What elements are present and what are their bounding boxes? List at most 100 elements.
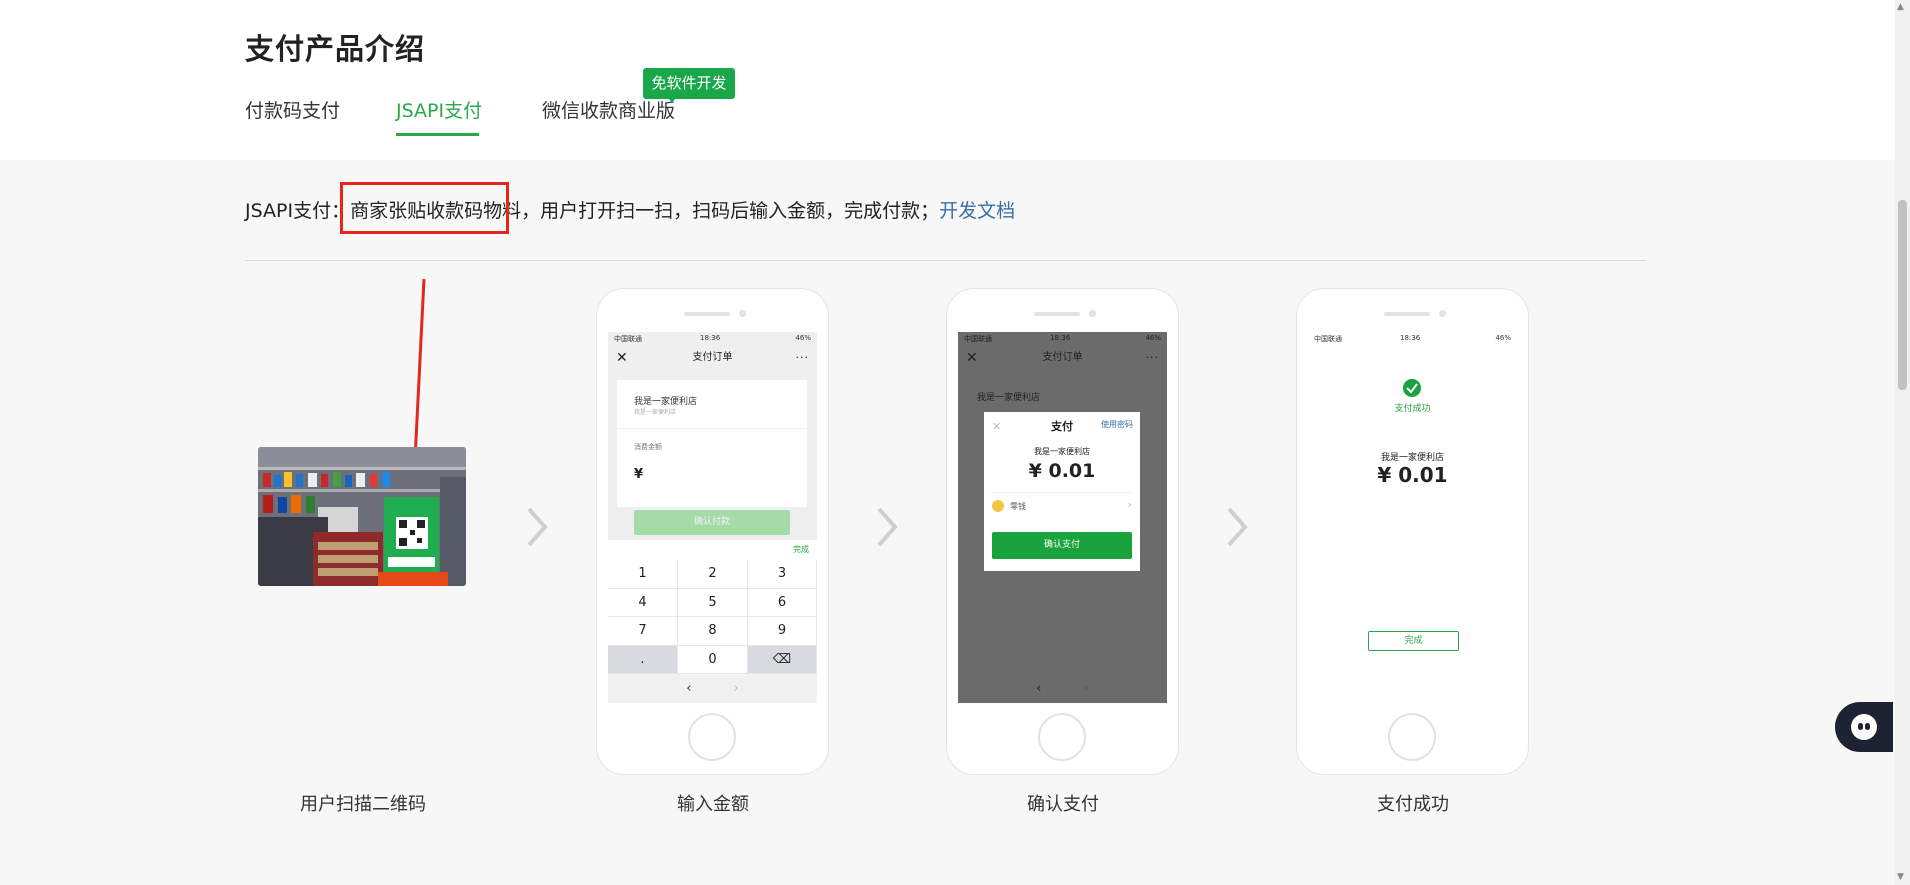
key-8: 8 xyxy=(678,617,748,646)
status-bar: 中国联通 18:36 46% xyxy=(958,332,1167,346)
assistant-avatar-icon xyxy=(1851,714,1877,740)
tab-wechat-business[interactable]: 微信收款商业版 xyxy=(542,96,675,123)
key-dot: . xyxy=(608,645,678,674)
chevron-right-icon xyxy=(1227,507,1248,547)
key-0: 0 xyxy=(678,645,748,674)
tab-payment-code[interactable]: 付款码支付 xyxy=(245,96,340,123)
step-label-scan: 用户扫描二维码 xyxy=(300,794,426,815)
step-label-success: 支付成功 xyxy=(1377,794,1449,815)
phone-confirm-payment: 中国联通 18:36 46% ✕ 支付订单 ··· 我是一家便利店 ✕ 支付 使… xyxy=(946,288,1179,775)
key-7: 7 xyxy=(608,617,678,646)
phone-speaker xyxy=(1384,312,1430,316)
confirm-payment-button: 确认付款 xyxy=(634,510,790,535)
key-9: 9 xyxy=(748,617,817,646)
forward-arrow-icon: › xyxy=(733,681,739,696)
scroll-up-icon[interactable]: ▲ xyxy=(1897,2,1904,12)
paid-amount: ¥ 0.01 xyxy=(1377,463,1448,487)
key-1: 1 xyxy=(608,560,678,589)
modal-separator xyxy=(991,492,1133,493)
merchant-subtitle: 我是一家便利店 xyxy=(634,409,677,416)
key-4: 4 xyxy=(608,588,678,617)
time-text: 18:36 xyxy=(700,334,721,342)
numeric-keypad: 完成 1 2 3 4 5 6 7 8 9 . 0 ⌫ ‹ › xyxy=(608,540,817,703)
desc-middle: ，用户打开扫一扫，扫码后输入金额，完成付款； xyxy=(521,200,940,222)
highlight-annotation-box xyxy=(340,182,509,234)
key-5: 5 xyxy=(678,588,748,617)
back-arrow-icon: ‹ xyxy=(686,681,692,696)
active-tab-indicator xyxy=(396,133,479,136)
phone-speaker xyxy=(684,312,730,316)
tab-jsapi[interactable]: JSAPI支付 xyxy=(396,96,482,123)
key-3: 3 xyxy=(748,560,817,589)
carrier-text: 中国联通 xyxy=(614,335,642,343)
phone-nav: ✕ 支付订单 ··· xyxy=(958,346,1167,370)
time-text: 18:36 xyxy=(1050,334,1071,342)
no-dev-badge: 免软件开发 xyxy=(643,68,735,99)
payment-method: 零钱 xyxy=(1010,502,1026,511)
nav-title: 支付订单 xyxy=(692,352,733,363)
amount-label: 消费金额 xyxy=(634,443,662,451)
phone-home-button xyxy=(1388,713,1436,761)
carrier-text: 中国联通 xyxy=(1314,335,1342,343)
close-icon: ✕ xyxy=(966,350,978,366)
key-2: 2 xyxy=(678,560,748,589)
battery-text: 46% xyxy=(795,334,811,342)
phone-speaker xyxy=(1034,312,1080,316)
step-label-confirm: 确认支付 xyxy=(1027,794,1099,815)
scrollbar-thumb[interactable] xyxy=(1898,200,1907,390)
page-title: 支付产品介绍 xyxy=(245,32,426,66)
modal-amount: ¥ 0.01 xyxy=(1028,460,1096,482)
more-icon: ··· xyxy=(795,351,809,364)
merchant-name-bg: 我是一家便利店 xyxy=(977,393,1041,403)
phone-camera xyxy=(739,310,746,317)
merchant-name: 我是一家便利店 xyxy=(1380,453,1444,463)
desc-prefix: JSAPI支付： xyxy=(245,200,351,222)
payment-modal: ✕ 支付 使用密码 我是一家便利店 ¥ 0.01 零钱 › 确认支付 xyxy=(984,412,1140,571)
status-bar: 中国联通 18:36 46% xyxy=(608,332,817,346)
nav-title: 支付订单 xyxy=(1042,352,1083,363)
browser-nav: ‹ › xyxy=(958,674,1167,703)
keypad-grid: 1 2 3 4 5 6 7 8 9 . 0 ⌫ xyxy=(608,560,817,674)
modal-merchant: 我是一家便利店 xyxy=(1034,447,1090,456)
done-button: 完成 xyxy=(1368,631,1459,651)
divider xyxy=(245,260,1646,261)
dev-docs-link[interactable]: 开发文档 xyxy=(939,200,1015,222)
key-6: 6 xyxy=(748,588,817,617)
phone-screen: 中国联通 18:36 46% ✕ 支付订单 ··· 我是一家便利店 我是一家便利… xyxy=(608,332,817,703)
success-check-icon xyxy=(1403,379,1421,397)
browser-nav: ‹ › xyxy=(608,674,817,703)
phone-nav: ✕ 支付订单 ··· xyxy=(608,346,817,370)
battery-text: 46% xyxy=(1495,334,1511,342)
assistant-widget[interactable] xyxy=(1835,702,1893,752)
back-arrow-icon: ‹ xyxy=(1036,681,1042,696)
confirm-pay-button: 确认支付 xyxy=(992,532,1132,559)
phone-camera xyxy=(1089,310,1096,317)
chevron-right-icon xyxy=(877,507,898,547)
phone-home-button xyxy=(688,713,736,761)
keypad-done: 完成 xyxy=(793,545,809,554)
success-status: 支付成功 xyxy=(1394,404,1431,414)
phone-input-amount: 中国联通 18:36 46% ✕ 支付订单 ··· 我是一家便利店 我是一家便利… xyxy=(596,288,829,775)
scroll-down-icon[interactable]: ▼ xyxy=(1897,872,1904,882)
use-password-link: 使用密码 xyxy=(1101,420,1133,429)
time-text: 18:36 xyxy=(1400,334,1421,342)
phone-payment-success: 中国联通 18:36 46% 支付成功 我是一家便利店 ¥ 0.01 完成 xyxy=(1296,288,1529,775)
status-bar: 中国联通 18:36 46% xyxy=(1308,332,1517,346)
backspace-icon: ⌫ xyxy=(748,645,817,674)
phone-screen: 中国联通 18:36 46% 支付成功 我是一家便利店 ¥ 0.01 完成 xyxy=(1308,332,1517,703)
card-separator xyxy=(617,428,807,429)
qr-code-photo xyxy=(258,447,466,586)
close-icon: ✕ xyxy=(616,350,628,366)
battery-text: 46% xyxy=(1145,334,1161,342)
merchant-name: 我是一家便利店 xyxy=(634,397,698,407)
step-label-input: 输入金额 xyxy=(677,794,749,815)
carrier-text: 中国联通 xyxy=(964,335,992,343)
chevron-right-icon: › xyxy=(1127,498,1132,511)
phone-screen: 中国联通 18:36 46% ✕ 支付订单 ··· 我是一家便利店 ✕ 支付 使… xyxy=(958,332,1167,703)
scrollbar-track[interactable] xyxy=(1895,0,1910,885)
more-icon: ··· xyxy=(1145,351,1159,364)
phone-camera xyxy=(1439,310,1446,317)
chevron-right-icon xyxy=(527,507,548,547)
badge-pointer xyxy=(669,99,675,103)
coin-icon xyxy=(992,500,1004,512)
